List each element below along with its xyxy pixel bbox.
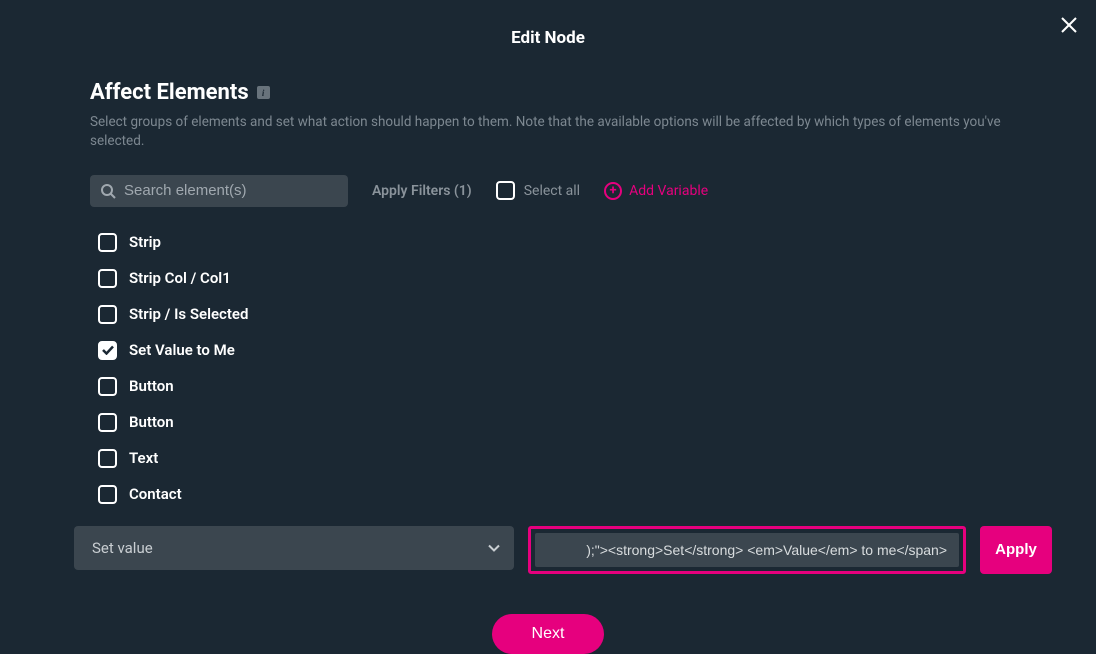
plus-circle-icon: + xyxy=(604,182,622,200)
info-icon[interactable]: i xyxy=(257,86,270,99)
element-checkbox[interactable] xyxy=(98,377,117,396)
add-variable-button[interactable]: + Add Variable xyxy=(604,182,708,200)
element-label: Set Value to Me xyxy=(129,341,235,359)
element-item[interactable]: Contact xyxy=(98,485,1006,504)
section-heading-text: Affect Elements xyxy=(90,80,249,105)
select-all-toggle[interactable]: Select all xyxy=(496,181,580,200)
element-label: Button xyxy=(129,413,174,431)
element-item[interactable]: Set Value to Me xyxy=(98,341,1006,360)
close-button[interactable] xyxy=(1060,14,1078,38)
select-all-checkbox[interactable] xyxy=(496,181,515,200)
element-checkbox[interactable] xyxy=(98,305,117,324)
section-description: Select groups of elements and set what a… xyxy=(90,113,1006,151)
element-list: Strip Strip Col / Col1 Strip / Is Selected… xyxy=(98,233,1006,504)
next-button[interactable]: Next xyxy=(492,614,605,654)
element-item[interactable]: Strip / Is Selected xyxy=(98,305,1006,324)
apply-filters-button[interactable]: Apply Filters (1) xyxy=(372,183,472,199)
element-checkbox[interactable] xyxy=(98,449,117,468)
apply-button[interactable]: Apply xyxy=(980,526,1052,574)
element-item[interactable]: Strip Col / Col1 xyxy=(98,269,1006,288)
chevron-down-icon xyxy=(488,544,500,552)
element-label: Strip Col / Col1 xyxy=(129,269,231,287)
element-label: Text xyxy=(129,449,158,467)
section-heading: Affect Elements i xyxy=(90,80,270,105)
element-item[interactable]: Button xyxy=(98,377,1006,396)
search-input-wrap[interactable] xyxy=(90,175,348,207)
element-label: Button xyxy=(129,377,174,395)
element-checkbox[interactable] xyxy=(98,269,117,288)
value-input-wrap xyxy=(528,526,966,574)
action-select-label: Set value xyxy=(92,539,153,557)
element-label: Strip xyxy=(129,233,161,251)
action-select[interactable]: Set value xyxy=(74,526,514,570)
element-item[interactable]: Strip xyxy=(98,233,1006,252)
search-icon xyxy=(100,183,116,199)
element-item[interactable]: Button xyxy=(98,413,1006,432)
search-input[interactable] xyxy=(124,182,338,199)
modal-title: Edit Node xyxy=(0,0,1096,48)
element-label: Strip / Is Selected xyxy=(129,305,248,323)
element-label: Contact xyxy=(129,485,182,503)
element-checkbox[interactable] xyxy=(98,485,117,504)
add-variable-label: Add Variable xyxy=(629,183,708,199)
element-checkbox[interactable] xyxy=(98,341,117,360)
close-icon xyxy=(1060,16,1078,34)
element-item[interactable]: Text xyxy=(98,449,1006,468)
value-input[interactable] xyxy=(535,533,959,567)
element-checkbox[interactable] xyxy=(98,413,117,432)
element-checkbox[interactable] xyxy=(98,233,117,252)
select-all-label: Select all xyxy=(524,183,580,199)
